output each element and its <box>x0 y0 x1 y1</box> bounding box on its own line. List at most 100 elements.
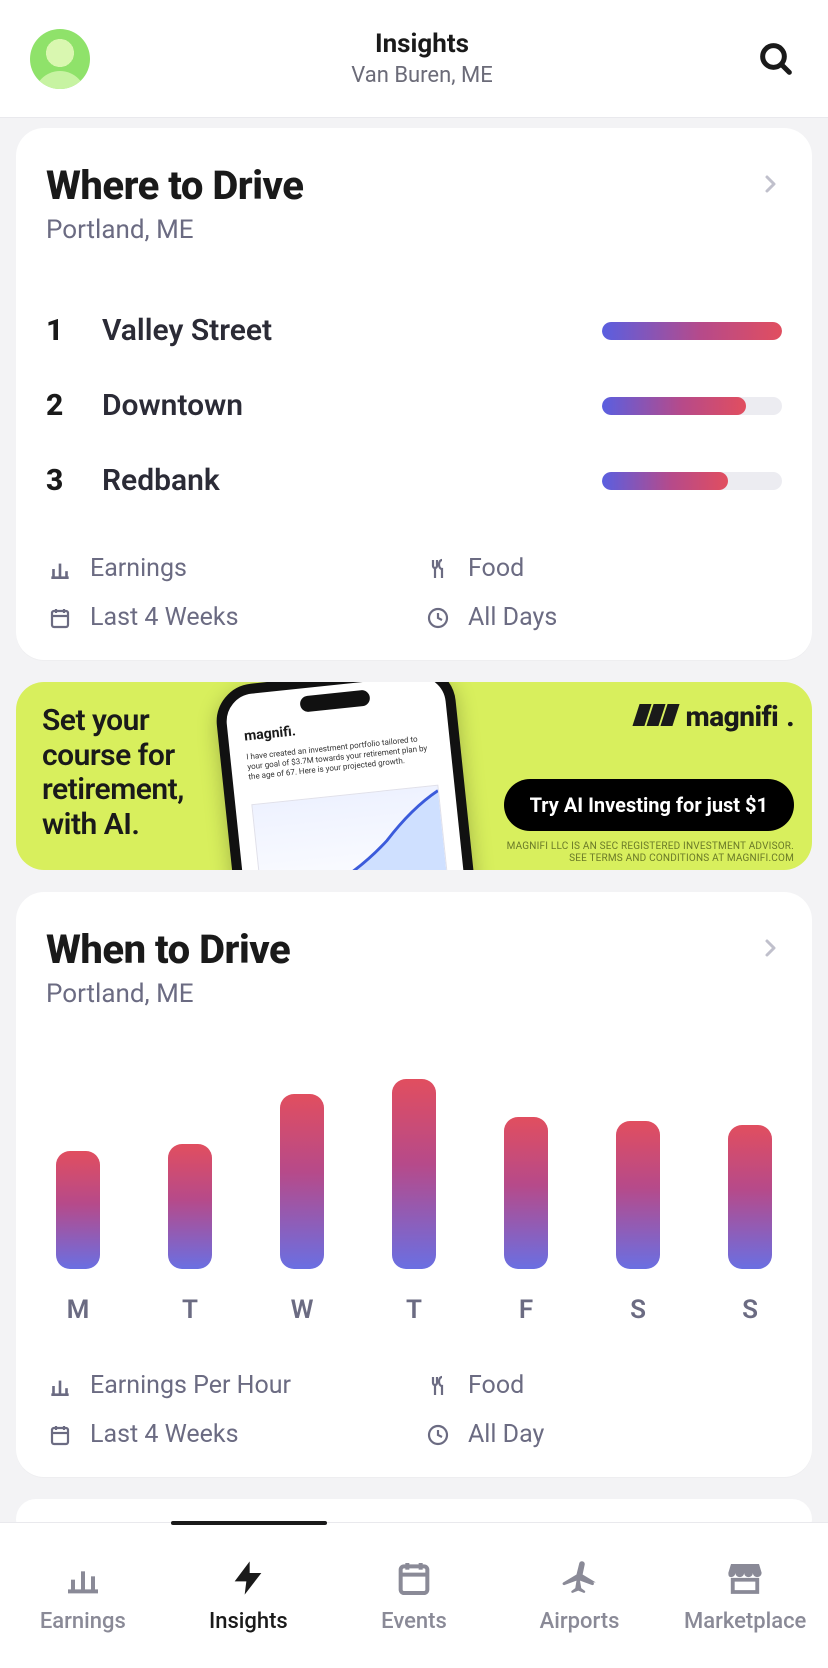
tab-events[interactable]: Events <box>331 1523 497 1668</box>
magnifi-mark-icon <box>636 700 678 733</box>
page-title: Insights <box>90 29 754 59</box>
card-title: When to Drive <box>46 926 758 973</box>
card-title: Where to Drive <box>46 162 758 209</box>
tab-label: Earnings <box>40 1609 126 1634</box>
ad-headline-line: retirement, <box>42 772 184 807</box>
rank-number: 2 <box>46 388 102 423</box>
chart-bar <box>280 1094 324 1269</box>
filter-metric[interactable]: Earnings Per Hour <box>46 1371 404 1400</box>
chart-label: W <box>270 1295 334 1325</box>
tab-insights[interactable]: Insights <box>166 1523 332 1668</box>
filter-period[interactable]: Last 4 Weeks <box>46 603 404 632</box>
chart-label: T <box>382 1295 446 1325</box>
app-header: Insights Van Buren, ME <box>0 0 828 118</box>
bar-chart-icon <box>62 1557 104 1599</box>
rank-list: 1 Valley Street 2 Downtown 3 Redbank <box>46 293 782 518</box>
chart-bar <box>616 1121 660 1269</box>
chart-label: T <box>158 1295 222 1325</box>
scroll-content[interactable]: Where to Drive Portland, ME 1 Valley Str… <box>0 118 828 1522</box>
phone-chart-icon <box>251 785 451 870</box>
filter-label: Food <box>468 1371 524 1400</box>
filter-label: Earnings Per Hour <box>90 1371 291 1400</box>
tab-airports[interactable]: Airports <box>497 1523 663 1668</box>
chevron-right-icon <box>758 172 782 196</box>
ad-brand-logo: magnifi. <box>636 700 794 733</box>
tab-earnings[interactable]: Earnings <box>0 1523 166 1668</box>
tab-indicator <box>171 1521 327 1525</box>
where-to-drive-card[interactable]: Where to Drive Portland, ME 1 Valley Str… <box>16 128 812 660</box>
airplane-icon <box>559 1557 601 1599</box>
rank-name: Downtown <box>102 388 602 423</box>
filter-label: Last 4 Weeks <box>90 603 239 632</box>
rank-bar-track <box>602 472 782 490</box>
tab-label: Airports <box>540 1609 620 1634</box>
ad-headline-line: with AI. <box>42 807 139 842</box>
chart-label: M <box>46 1295 110 1325</box>
rank-row[interactable]: 3 Redbank <box>46 443 782 518</box>
rank-number: 1 <box>46 313 102 348</box>
clock-icon <box>424 604 452 632</box>
ad-headline-line: course for <box>42 738 175 773</box>
phone-brand: magnifi. <box>243 723 296 744</box>
ad-banner[interactable]: Set your course for retirement, with AI.… <box>16 682 812 870</box>
rank-bar-fill <box>602 397 746 415</box>
bar-chart-icon <box>46 1372 74 1400</box>
chart-bar <box>504 1117 548 1269</box>
search-button[interactable] <box>754 37 798 81</box>
ad-disclaimer: MAGNIFI LLC IS AN SEC REGISTERED INVESTM… <box>507 841 794 865</box>
chart-bar <box>56 1151 100 1269</box>
when-to-drive-card[interactable]: When to Drive Portland, ME M T W T F S S <box>16 892 812 1477</box>
ad-phone-mockup: magnifi. I have created an investment po… <box>234 682 494 870</box>
chart-bar <box>392 1079 436 1269</box>
filter-metric[interactable]: Earnings <box>46 554 404 583</box>
chart-label: S <box>606 1295 670 1325</box>
rank-bar-fill <box>602 472 728 490</box>
rank-number: 3 <box>46 463 102 498</box>
food-icon <box>424 555 452 583</box>
chart-bar <box>168 1144 212 1269</box>
food-icon <box>424 1372 452 1400</box>
calendar-icon <box>393 1557 435 1599</box>
tab-label: Events <box>381 1609 447 1634</box>
ad-headline-line: Set your <box>42 703 149 738</box>
rank-name: Redbank <box>102 463 602 498</box>
tab-label: Insights <box>209 1609 288 1634</box>
where-filters: Earnings Food Last 4 Weeks All Days <box>46 554 782 632</box>
chart-label: S <box>718 1295 782 1325</box>
chart-bar <box>728 1125 772 1269</box>
clock-icon <box>424 1421 452 1449</box>
when-chart-labels: M T W T F S S <box>46 1295 782 1325</box>
filter-category[interactable]: Food <box>424 554 782 583</box>
filter-days[interactable]: All Days <box>424 603 782 632</box>
rank-name: Valley Street <box>102 313 602 348</box>
rank-bar-track <box>602 322 782 340</box>
bottom-tab-bar: Earnings Insights Events Airports Market… <box>0 1522 828 1668</box>
calendar-icon <box>46 1421 74 1449</box>
search-icon <box>756 39 796 79</box>
filter-category[interactable]: Food <box>424 1371 782 1400</box>
chart-label: F <box>494 1295 558 1325</box>
tab-marketplace[interactable]: Marketplace <box>662 1523 828 1668</box>
filter-label: All Day <box>468 1420 544 1449</box>
tab-label: Marketplace <box>684 1609 806 1634</box>
header-title-block: Insights Van Buren, ME <box>90 29 754 88</box>
rank-bar-track <box>602 397 782 415</box>
avatar[interactable] <box>30 29 90 89</box>
filter-label: Last 4 Weeks <box>90 1420 239 1449</box>
filter-label: All Days <box>468 603 557 632</box>
when-chart <box>46 1049 782 1269</box>
ad-cta-button[interactable]: Try AI Investing for just $1 <box>504 779 794 831</box>
bar-chart-icon <box>46 555 74 583</box>
filter-label: Earnings <box>90 554 187 583</box>
ad-brand-name: magnifi <box>686 700 779 733</box>
rank-row[interactable]: 1 Valley Street <box>46 293 782 368</box>
next-card-peek[interactable] <box>16 1499 812 1522</box>
rank-row[interactable]: 2 Downtown <box>46 368 782 443</box>
filter-days[interactable]: All Day <box>424 1420 782 1449</box>
card-subtitle: Portland, ME <box>46 979 758 1009</box>
storefront-icon <box>724 1557 766 1599</box>
location-subtitle: Van Buren, ME <box>90 63 754 88</box>
filter-period[interactable]: Last 4 Weeks <box>46 1420 404 1449</box>
card-subtitle: Portland, ME <box>46 215 758 245</box>
calendar-icon <box>46 604 74 632</box>
